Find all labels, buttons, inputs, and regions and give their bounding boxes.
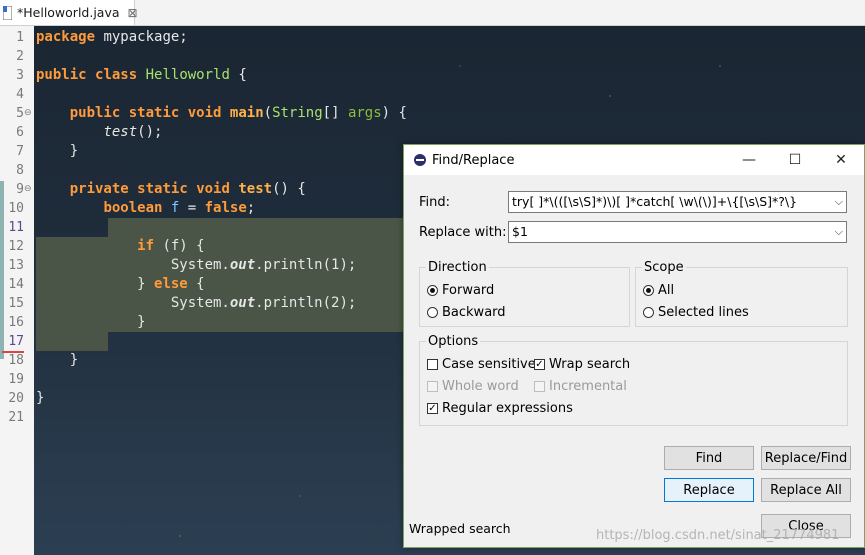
code-line-12: if (f) { xyxy=(137,238,205,254)
fold-toggle-icon[interactable]: ⊖ xyxy=(24,180,32,199)
code-line-7: } xyxy=(69,143,79,159)
line-number: 7 xyxy=(16,144,24,159)
line-number: 21 xyxy=(8,410,24,425)
code-line-18: } xyxy=(69,352,79,368)
close-window-button[interactable]: ✕ xyxy=(818,145,864,175)
line-number: 13 xyxy=(8,258,24,273)
line-number: 1 xyxy=(16,30,24,45)
java-file-icon xyxy=(2,5,13,20)
all-label: All xyxy=(658,283,675,298)
code-line-16: } xyxy=(137,314,146,330)
line-number: 19 xyxy=(8,372,24,387)
tab-close-icon[interactable]: ⊠ xyxy=(128,6,138,20)
code-line-5: public static void main(String[] args) { xyxy=(69,105,407,121)
wrap-search-label: Wrap search xyxy=(549,357,631,372)
code-line-15: System.out.println(2); xyxy=(170,295,357,311)
radio-icon xyxy=(643,285,654,296)
status-message: Wrapped search xyxy=(409,521,511,536)
line-number: 3 xyxy=(16,68,24,83)
replace-input-value: $1 xyxy=(512,224,528,239)
editor-tab-bar: *Helloworld.java ⊠ xyxy=(0,0,865,26)
line-number: 17 xyxy=(2,332,24,353)
find-label: Find: xyxy=(419,195,451,210)
dialog-title: Find/Replace xyxy=(432,152,515,168)
text-selection xyxy=(36,332,108,351)
options-title: Options xyxy=(426,334,481,349)
code-line-1: package mypackage; xyxy=(36,29,188,45)
code-line-14: } else { xyxy=(137,276,205,292)
check-icon: ✓ xyxy=(427,403,438,414)
replace-all-button[interactable]: Replace All xyxy=(761,478,851,502)
incremental-label: Incremental xyxy=(549,379,627,394)
find-replace-dialog: Find/Replace — ☐ ✕ Find: try[ ]*\(([\s\S… xyxy=(403,144,865,548)
code-line-9: private static void test() { xyxy=(69,181,306,197)
code-line-6: test(); xyxy=(103,124,163,140)
wrap-search-checkbox[interactable]: ✓ Wrap search xyxy=(534,357,630,372)
find-button[interactable]: Find xyxy=(664,446,754,470)
find-input-value: try[ ]*\(([\s\S]*)\)[ ]*catch[ \w\(\)]+\… xyxy=(512,194,798,209)
line-number: 9 xyxy=(16,182,24,197)
line-number: 16 xyxy=(8,315,24,330)
case-sensitive-checkbox[interactable]: Case sensitive xyxy=(427,357,536,372)
tab-title: *Helloworld.java xyxy=(17,5,120,20)
forward-label: Forward xyxy=(442,283,495,298)
replace-find-button[interactable]: Replace/Find xyxy=(761,446,851,470)
selected-lines-radio[interactable]: Selected lines xyxy=(643,305,749,320)
checkbox-icon xyxy=(427,381,438,392)
text-selection xyxy=(108,218,408,237)
radio-icon xyxy=(427,285,438,296)
code-line-3: public class Helloworld { xyxy=(36,67,247,83)
tab-helloworld-java[interactable]: *Helloworld.java ⊠ xyxy=(0,0,138,25)
backward-label: Backward xyxy=(442,305,506,320)
whole-word-label: Whole word xyxy=(442,379,519,394)
find-input[interactable]: try[ ]*\(([\s\S]*)\)[ ]*catch[ \w\(\)]+\… xyxy=(508,191,847,213)
replace-label: Replace with: xyxy=(419,225,507,240)
code-line-13: System.out.println(1); xyxy=(170,257,357,273)
checkbox-icon xyxy=(534,381,545,392)
case-sensitive-label: Case sensitive xyxy=(442,357,536,372)
code-line-20: } xyxy=(36,390,45,406)
check-icon: ✓ xyxy=(534,359,545,370)
line-number: 10 xyxy=(8,201,24,216)
replace-button[interactable]: Replace xyxy=(664,478,754,502)
chevron-down-icon[interactable]: ⌵ xyxy=(835,222,843,242)
checkbox-icon xyxy=(427,359,438,370)
backward-radio[interactable]: Backward xyxy=(427,305,506,320)
line-number: 18 xyxy=(8,353,24,368)
line-number: 4 xyxy=(16,87,24,102)
regular-expressions-checkbox[interactable]: ✓ Regular expressions xyxy=(427,401,573,416)
radio-icon xyxy=(643,307,654,318)
line-number: 6 xyxy=(16,125,24,140)
line-number: 15 xyxy=(8,296,24,311)
whole-word-checkbox: Whole word xyxy=(427,379,519,394)
chevron-down-icon[interactable]: ⌵ xyxy=(835,192,843,212)
dialog-titlebar[interactable]: Find/Replace — ☐ ✕ xyxy=(404,145,864,175)
maximize-button[interactable]: ☐ xyxy=(772,145,818,175)
regular-expressions-label: Regular expressions xyxy=(442,401,573,416)
scope-title: Scope xyxy=(642,260,686,275)
code-line-10: boolean f = false; xyxy=(103,200,256,216)
watermark: https://blog.csdn.net/sinat_21774981 xyxy=(596,528,840,543)
radio-icon xyxy=(427,307,438,318)
eclipse-icon xyxy=(414,154,426,166)
line-number: 12 xyxy=(8,239,24,254)
direction-title: Direction xyxy=(426,260,489,275)
line-number: 20 xyxy=(8,391,24,406)
line-number: 11 xyxy=(8,220,24,235)
line-number: 8 xyxy=(16,163,24,178)
incremental-checkbox: Incremental xyxy=(534,379,627,394)
line-number: 5 xyxy=(16,106,24,121)
minimize-button[interactable]: — xyxy=(726,145,772,175)
fold-toggle-icon[interactable]: ⊖ xyxy=(24,104,32,123)
selected-lines-label: Selected lines xyxy=(658,305,749,320)
line-number: 2 xyxy=(16,49,24,64)
all-radio[interactable]: All xyxy=(643,283,674,298)
line-number: 14 xyxy=(8,277,24,292)
replace-input[interactable]: $1 ⌵ xyxy=(508,221,847,243)
forward-radio[interactable]: Forward xyxy=(427,283,494,298)
